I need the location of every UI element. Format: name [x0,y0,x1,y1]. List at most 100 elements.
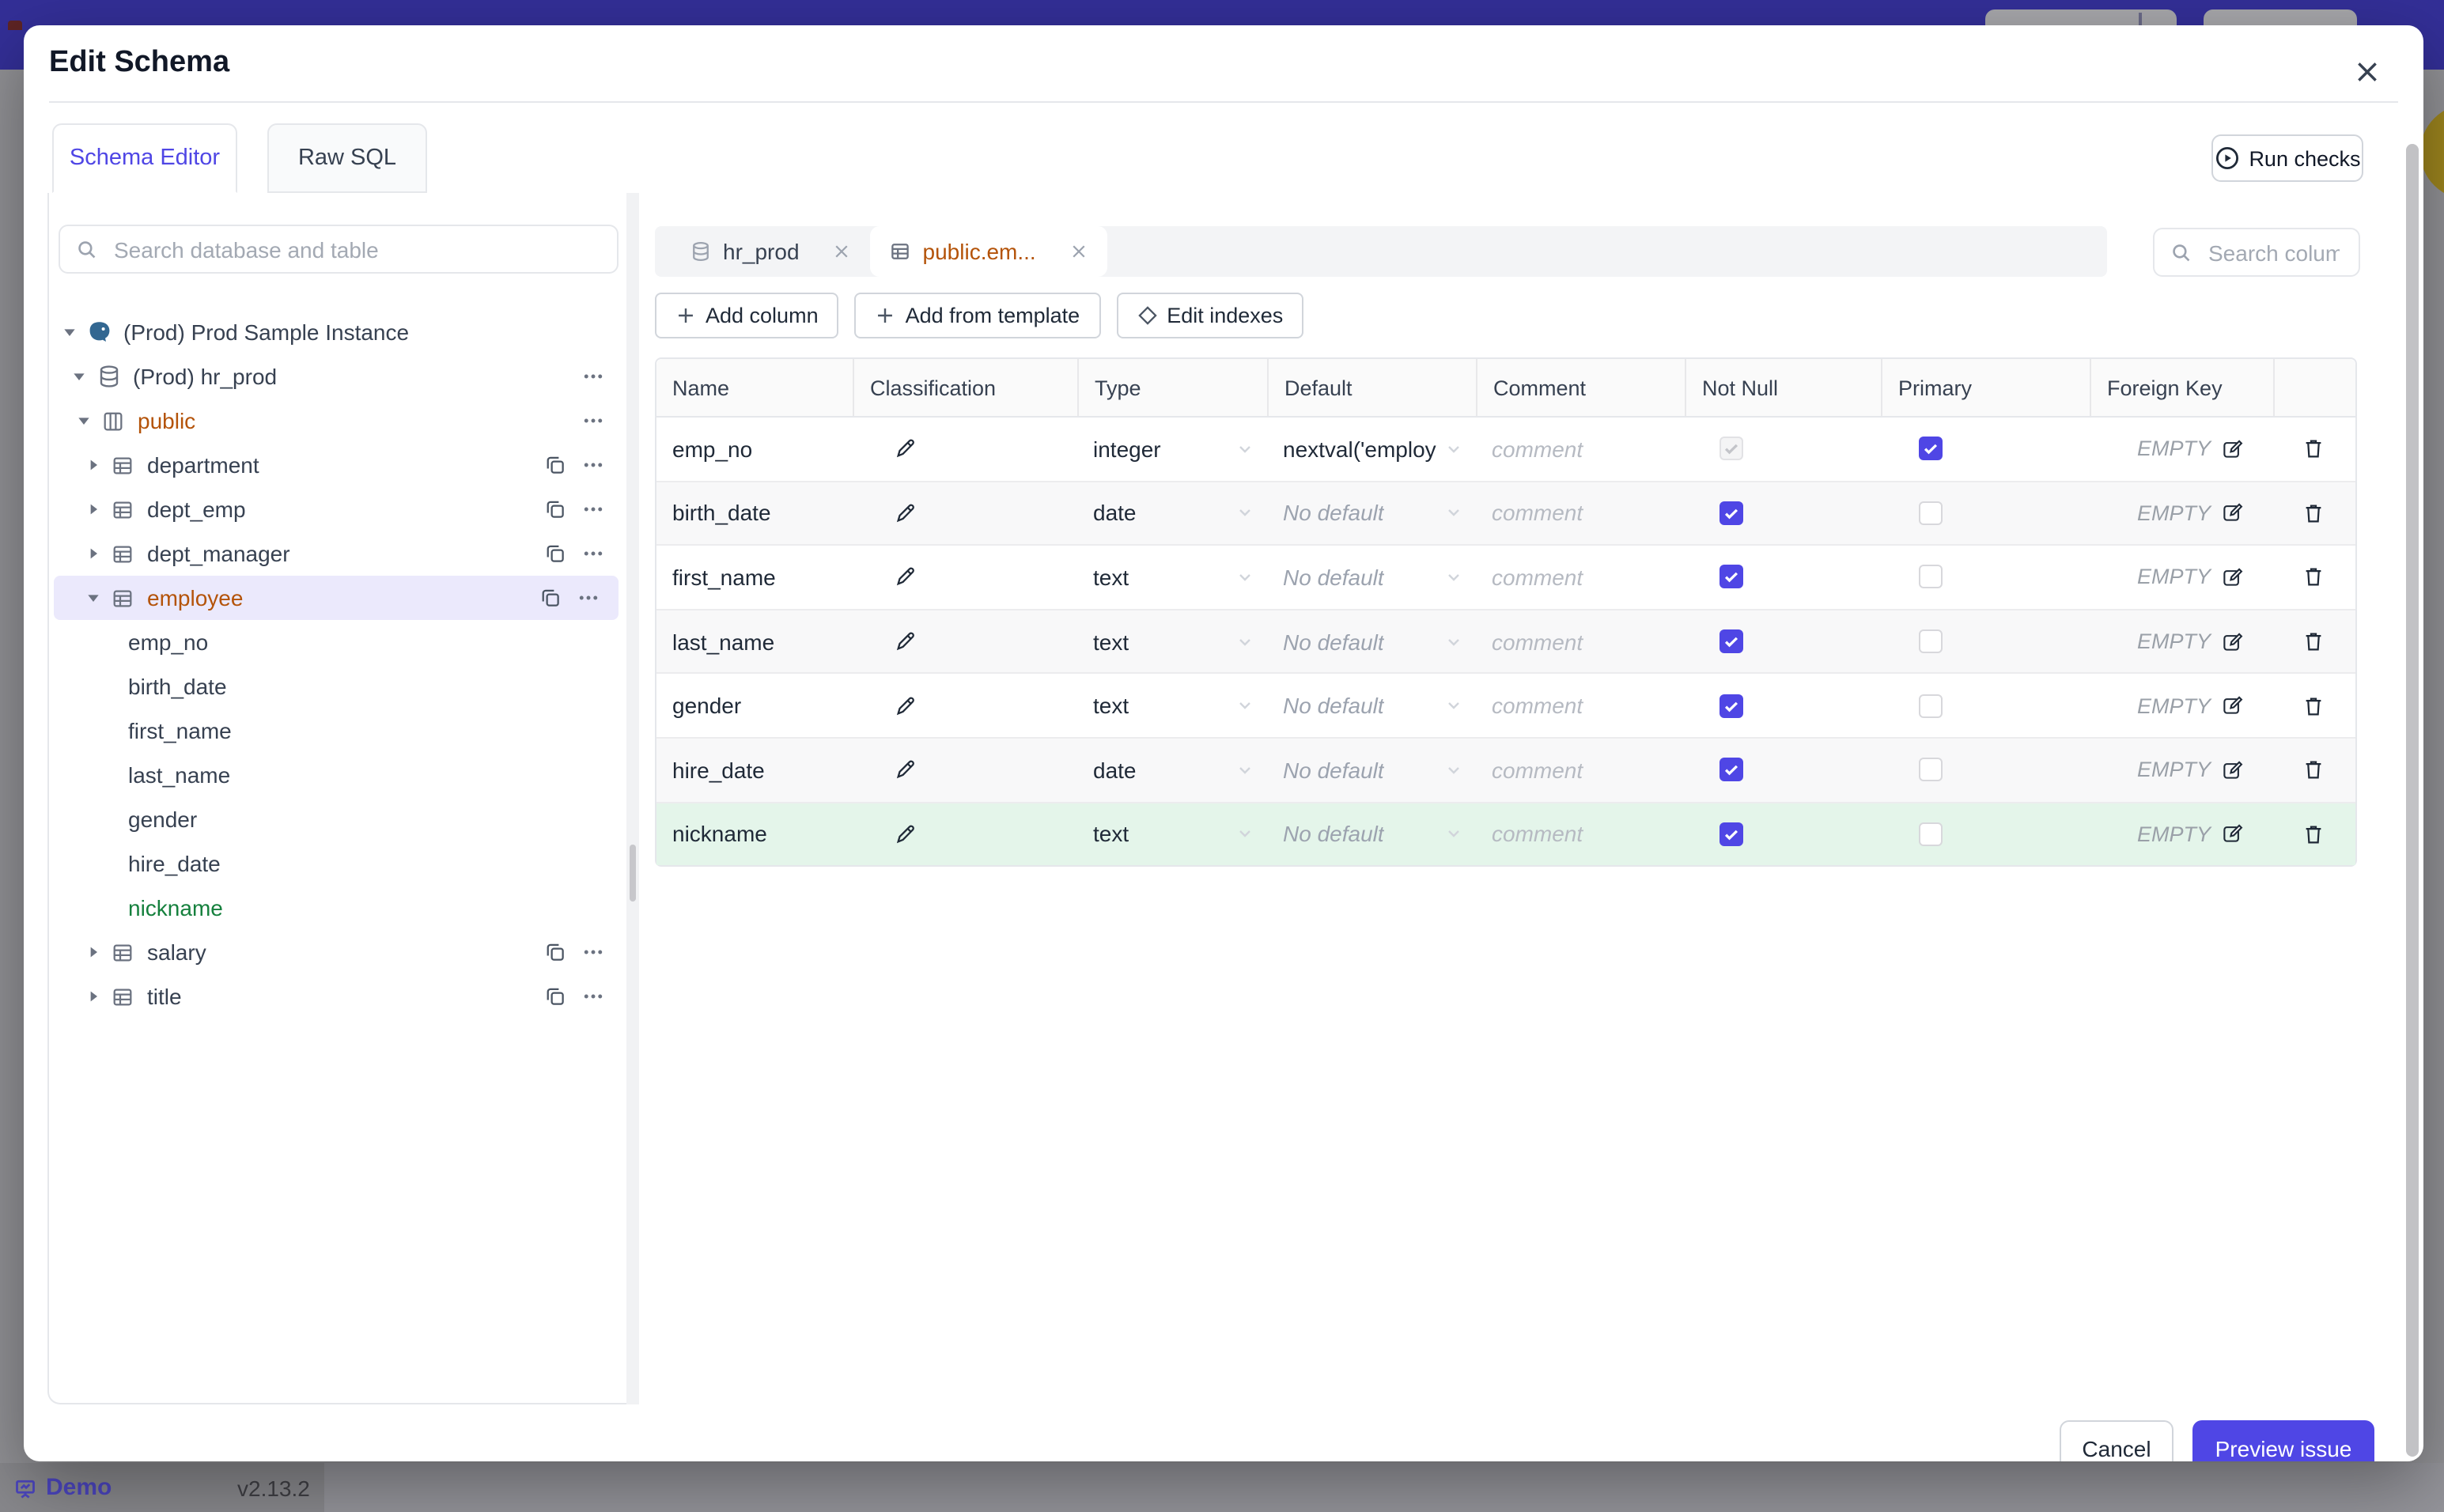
more-icon[interactable] [582,410,604,432]
caret-right-icon[interactable] [84,988,103,1004]
type-select[interactable]: text [1077,803,1267,865]
more-icon[interactable] [577,587,600,609]
edit-icon[interactable] [2220,823,2242,845]
copy-icon[interactable] [544,498,566,520]
copy-icon[interactable] [544,454,566,476]
more-icon[interactable] [582,365,604,387]
edit-icon[interactable] [2220,630,2242,652]
not-null-checkbox[interactable] [1685,803,1881,865]
type-select[interactable]: text [1077,546,1267,608]
comment-input[interactable]: comment [1476,482,1685,544]
database-search-input[interactable] [111,235,601,263]
delete-column-button[interactable] [2273,482,2352,544]
primary-checkbox[interactable] [1881,418,2090,480]
caret-down-icon[interactable] [70,369,89,384]
add-column-button[interactable]: Add column [655,293,839,338]
tab-raw-sql[interactable]: Raw SQL [267,123,427,193]
type-select[interactable]: text [1077,675,1267,737]
edit-indexes-button[interactable]: Edit indexes [1116,293,1304,338]
more-icon[interactable] [582,985,604,1007]
type-select[interactable]: integer [1077,418,1267,480]
copy-icon[interactable] [544,985,566,1007]
edit-icon[interactable] [2220,759,2242,781]
caret-right-icon[interactable] [84,546,103,561]
delete-column-button[interactable] [2273,418,2352,480]
column-search-input[interactable] [2205,238,2343,266]
caret-down-icon[interactable] [74,413,93,429]
default-select[interactable]: No default [1267,803,1476,865]
tree-item-instance[interactable]: (Prod) Prod Sample Instance [49,310,623,354]
tree-item-schema-public[interactable]: public [49,399,623,443]
comment-input[interactable]: comment [1476,418,1685,480]
more-icon[interactable] [582,542,604,565]
tab-schema-editor[interactable]: Schema Editor [52,123,237,193]
edit-icon[interactable] [2220,566,2242,588]
tab-hr-prod[interactable]: hr_prod [671,226,871,277]
primary-checkbox[interactable] [1881,546,2090,608]
close-icon[interactable] [833,242,852,261]
run-checks-button[interactable]: Run checks [2211,134,2363,182]
primary-checkbox[interactable] [1881,675,2090,737]
default-select[interactable]: No default [1267,610,1476,673]
delete-column-button[interactable] [2273,546,2352,608]
column-name[interactable]: nickname [656,803,853,865]
delete-column-button[interactable] [2273,739,2352,801]
edit-icon[interactable] [2220,694,2242,716]
tree-item-database[interactable]: (Prod) hr_prod [49,354,623,399]
close-icon[interactable] [2349,54,2384,89]
edit-icon[interactable] [2220,502,2242,524]
tab-public-employee[interactable]: public.em... [870,226,1107,277]
tree-item-column-birth-date[interactable]: birth_date [49,664,623,709]
comment-input[interactable]: comment [1476,546,1685,608]
column-name[interactable]: emp_no [656,418,853,480]
more-icon[interactable] [582,941,604,963]
column-name[interactable]: hire_date [656,739,853,801]
preview-issue-button[interactable]: Preview issue [2192,1420,2374,1461]
column-name[interactable]: last_name [656,610,853,673]
not-null-checkbox[interactable] [1685,546,1881,608]
not-null-checkbox[interactable] [1685,610,1881,673]
default-select[interactable]: nextval('employ [1267,418,1476,480]
type-select[interactable]: date [1077,739,1267,801]
column-search[interactable] [2153,228,2360,277]
tree-item-table-department[interactable]: department [49,443,623,487]
primary-checkbox[interactable] [1881,482,2090,544]
default-select[interactable]: No default [1267,739,1476,801]
column-name[interactable]: gender [656,675,853,737]
more-icon[interactable] [582,454,604,476]
cancel-button[interactable]: Cancel [2060,1420,2173,1461]
classification-edit-button[interactable] [853,739,1077,801]
tree-item-column-nickname[interactable]: nickname [49,886,623,930]
column-name[interactable]: birth_date [656,482,853,544]
primary-checkbox[interactable] [1881,739,2090,801]
more-icon[interactable] [582,498,604,520]
close-icon[interactable] [1069,242,1088,261]
type-select[interactable]: text [1077,610,1267,673]
caret-down-icon[interactable] [60,324,79,340]
delete-column-button[interactable] [2273,610,2352,673]
delete-column-button[interactable] [2273,803,2352,865]
classification-edit-button[interactable] [853,546,1077,608]
tree-item-table-dept-manager[interactable]: dept_manager [49,531,623,576]
tree-item-table-salary[interactable]: salary [49,930,623,974]
not-null-checkbox[interactable] [1685,482,1881,544]
default-select[interactable]: No default [1267,546,1476,608]
tree-item-column-last-name[interactable]: last_name [49,753,623,797]
classification-edit-button[interactable] [853,675,1077,737]
not-null-checkbox[interactable] [1685,739,1881,801]
not-null-checkbox[interactable] [1685,675,1881,737]
type-select[interactable]: date [1077,482,1267,544]
tree-item-column-hire-date[interactable]: hire_date [49,841,623,886]
comment-input[interactable]: comment [1476,610,1685,673]
default-select[interactable]: No default [1267,675,1476,737]
copy-icon[interactable] [544,542,566,565]
classification-edit-button[interactable] [853,610,1077,673]
primary-checkbox[interactable] [1881,610,2090,673]
tree-item-table-title[interactable]: title [49,974,623,1019]
tree-item-column-first-name[interactable]: first_name [49,709,623,753]
copy-icon[interactable] [539,587,562,609]
caret-right-icon[interactable] [84,501,103,517]
caret-right-icon[interactable] [84,944,103,960]
column-name[interactable]: first_name [656,546,853,608]
tree-item-table-employee[interactable]: employee [54,576,619,620]
